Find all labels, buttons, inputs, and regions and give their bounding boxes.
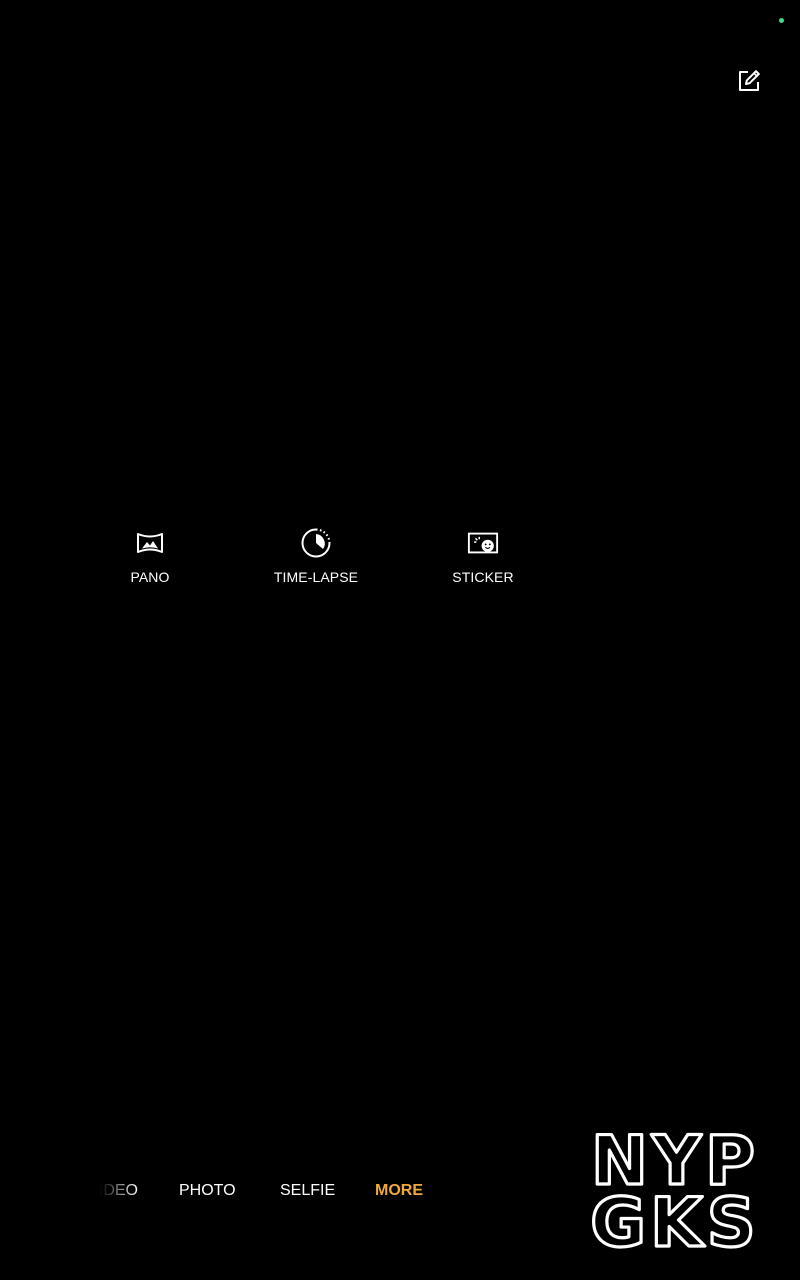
panorama-icon <box>134 527 166 559</box>
sticker-icon <box>467 527 499 559</box>
time-lapse-icon <box>300 527 332 559</box>
mode-time-lapse-label: TIME-LAPSE <box>273 569 359 585</box>
edit-modes-button[interactable] <box>732 64 766 98</box>
watermark-line2: GKS <box>590 1184 759 1252</box>
mode-pano[interactable]: PANO <box>90 527 210 591</box>
more-modes-grid: PANO TIME-LAPSE STICKER <box>0 527 800 597</box>
camera-mode-bar: VIDEO PHOTO SELFIE MORE <box>0 1182 540 1206</box>
tab-more[interactable]: MORE <box>375 1182 423 1200</box>
tab-selfie[interactable]: SELFIE <box>280 1182 335 1200</box>
mode-sticker[interactable]: STICKER <box>423 527 543 591</box>
watermark-logo: NYP GKS <box>589 1128 759 1252</box>
tab-video[interactable]: VIDEO <box>40 1182 138 1200</box>
tab-photo[interactable]: PHOTO <box>179 1182 236 1200</box>
mode-sticker-label: STICKER <box>452 569 514 585</box>
camera-indicator-dot <box>779 18 784 23</box>
edit-square-icon <box>739 70 760 91</box>
mode-time-lapse[interactable]: TIME-LAPSE <box>256 527 376 591</box>
mode-pano-label: PANO <box>130 569 170 585</box>
